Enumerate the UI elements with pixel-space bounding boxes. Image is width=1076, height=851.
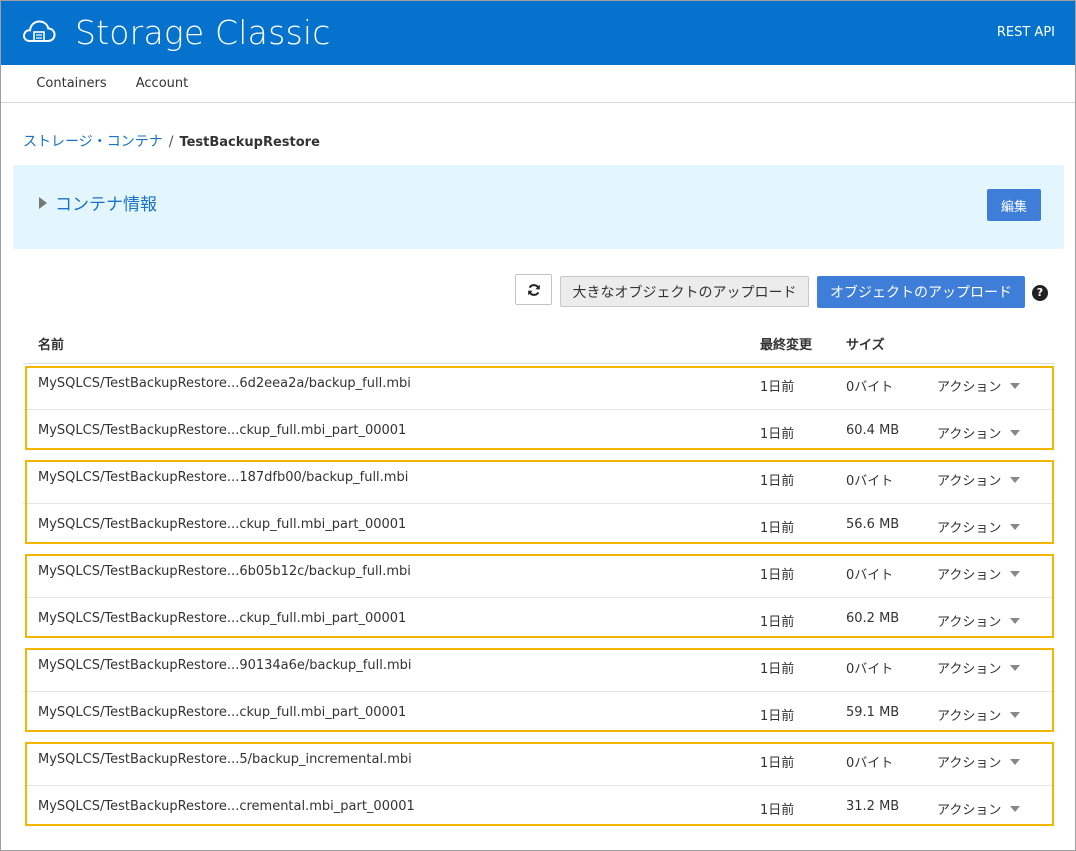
object-size: 0バイト	[846, 380, 894, 395]
object-size: 59.1 MB	[846, 705, 900, 720]
container-info-label: コンテナ情報	[55, 195, 157, 215]
cloud-storage-logo-icon	[23, 20, 56, 42]
object-modified: 1日前	[760, 709, 795, 724]
action-menu-label: アクション	[937, 427, 1002, 442]
breadcrumb-storage-containers-link[interactable]: ストレージ・コンテナ	[23, 134, 163, 150]
object-name[interactable]: MySQLCS/TestBackupRestore...ckup_full.mb…	[38, 611, 406, 626]
object-name[interactable]: MySQLCS/TestBackupRestore...5/backup_inc…	[38, 752, 412, 767]
table-row: MySQLCS/TestBackupRestore...6b05b12c/bac…	[23, 550, 1055, 598]
table-row: MySQLCS/TestBackupRestore...ckup_full.mb…	[23, 503, 1055, 550]
object-name[interactable]: MySQLCS/TestBackupRestore...187dfb00/bac…	[38, 470, 408, 485]
refresh-icon	[527, 283, 540, 296]
table-row: MySQLCS/TestBackupRestore...6d2eea2a/bac…	[23, 362, 1055, 410]
action-menu-label: アクション	[937, 756, 1002, 771]
action-menu-label: アクション	[937, 521, 1002, 536]
object-size: 0バイト	[846, 662, 894, 677]
table-row: MySQLCS/TestBackupRestore...cremental.mb…	[23, 785, 1055, 832]
caret-down-icon	[1010, 806, 1021, 812]
objects-table-header: 名前 最終変更 サイズ	[23, 323, 1055, 364]
table-row: MySQLCS/TestBackupRestore...ckup_full.mb…	[23, 409, 1055, 456]
caret-down-icon	[1010, 430, 1021, 436]
action-menu-button[interactable]: アクション	[937, 470, 1021, 489]
caret-down-icon	[1010, 383, 1021, 389]
action-menu-button[interactable]: アクション	[937, 752, 1021, 771]
action-menu-button[interactable]: アクション	[937, 564, 1021, 583]
action-menu-button[interactable]: アクション	[937, 799, 1021, 818]
object-name[interactable]: MySQLCS/TestBackupRestore...6d2eea2a/bac…	[38, 376, 411, 391]
object-size: 56.6 MB	[846, 517, 900, 532]
app-window: Storage Classic REST API Containers Acco…	[0, 0, 1076, 851]
breadcrumb: ストレージ・コンテナ / TestBackupRestore	[23, 131, 320, 151]
object-name[interactable]: MySQLCS/TestBackupRestore...ckup_full.mb…	[38, 423, 406, 438]
object-size: 0バイト	[846, 756, 894, 771]
action-menu-label: アクション	[937, 803, 1002, 818]
object-modified: 1日前	[760, 568, 795, 583]
object-size: 31.2 MB	[846, 799, 900, 814]
edit-button[interactable]: 編集	[987, 189, 1041, 221]
object-name[interactable]: MySQLCS/TestBackupRestore...ckup_full.mb…	[38, 517, 406, 532]
caret-down-icon	[1010, 571, 1021, 577]
caret-down-icon	[1010, 618, 1021, 624]
action-menu-label: アクション	[937, 615, 1002, 630]
breadcrumb-separator: /	[168, 134, 174, 150]
object-size: 60.4 MB	[846, 423, 900, 438]
caret-down-icon	[1010, 477, 1021, 483]
action-menu-button[interactable]: アクション	[937, 705, 1021, 724]
table-row: MySQLCS/TestBackupRestore...187dfb00/bac…	[23, 456, 1055, 504]
container-info-panel: コンテナ情報 編集	[13, 165, 1064, 249]
object-modified: 1日前	[760, 756, 795, 771]
object-modified: 1日前	[760, 474, 795, 489]
action-menu-label: アクション	[937, 709, 1002, 724]
column-header-last-modified[interactable]: 最終変更	[760, 334, 812, 353]
table-row: MySQLCS/TestBackupRestore...5/backup_inc…	[23, 738, 1055, 786]
object-name[interactable]: MySQLCS/TestBackupRestore...cremental.mb…	[38, 799, 415, 814]
action-menu-button[interactable]: アクション	[937, 517, 1021, 536]
action-menu-button[interactable]: アクション	[937, 611, 1021, 630]
caret-down-icon	[1010, 665, 1021, 671]
upload-large-object-button[interactable]: 大きなオブジェクトのアップロード	[560, 276, 809, 307]
rest-api-link[interactable]: REST API	[997, 25, 1055, 40]
action-menu-label: アクション	[937, 568, 1002, 583]
object-name[interactable]: MySQLCS/TestBackupRestore...6b05b12c/bac…	[38, 564, 411, 579]
table-row: MySQLCS/TestBackupRestore...ckup_full.mb…	[23, 597, 1055, 644]
object-name[interactable]: MySQLCS/TestBackupRestore...ckup_full.mb…	[38, 705, 406, 720]
refresh-button[interactable]	[515, 274, 552, 305]
object-modified: 1日前	[760, 427, 795, 442]
action-menu-button[interactable]: アクション	[937, 376, 1021, 395]
action-menu-label: アクション	[937, 474, 1002, 489]
caret-down-icon	[1010, 712, 1021, 718]
object-size: 60.2 MB	[846, 611, 900, 626]
upload-object-button[interactable]: オブジェクトのアップロード	[817, 276, 1025, 308]
action-menu-button[interactable]: アクション	[937, 423, 1021, 442]
object-modified: 1日前	[760, 662, 795, 677]
container-info-toggle[interactable]: コンテナ情報	[39, 190, 157, 215]
table-row: MySQLCS/TestBackupRestore...90134a6e/bac…	[23, 644, 1055, 692]
object-modified: 1日前	[760, 615, 795, 630]
tab-bar: Containers Account	[1, 65, 1075, 103]
expand-triangle-icon	[39, 197, 47, 209]
object-modified: 1日前	[760, 803, 795, 818]
table-row: MySQLCS/TestBackupRestore...ckup_full.mb…	[23, 691, 1055, 738]
tab-containers[interactable]: Containers	[23, 65, 120, 102]
object-name[interactable]: MySQLCS/TestBackupRestore...90134a6e/bac…	[38, 658, 411, 673]
object-modified: 1日前	[760, 521, 795, 536]
object-size: 0バイト	[846, 568, 894, 583]
app-title: Storage Classic	[75, 13, 331, 52]
object-size: 0バイト	[846, 474, 894, 489]
action-menu-button[interactable]: アクション	[937, 658, 1021, 677]
help-icon[interactable]: ?	[1032, 285, 1048, 301]
action-menu-label: アクション	[937, 662, 1002, 677]
tab-account[interactable]: Account	[120, 65, 204, 102]
column-header-size[interactable]: サイズ	[846, 334, 885, 353]
object-modified: 1日前	[760, 380, 795, 395]
caret-down-icon	[1010, 524, 1021, 530]
action-menu-label: アクション	[937, 380, 1002, 395]
breadcrumb-current: TestBackupRestore	[179, 135, 320, 150]
column-header-name[interactable]: 名前	[38, 334, 64, 353]
caret-down-icon	[1010, 759, 1021, 765]
app-header: Storage Classic REST API	[1, 1, 1075, 65]
